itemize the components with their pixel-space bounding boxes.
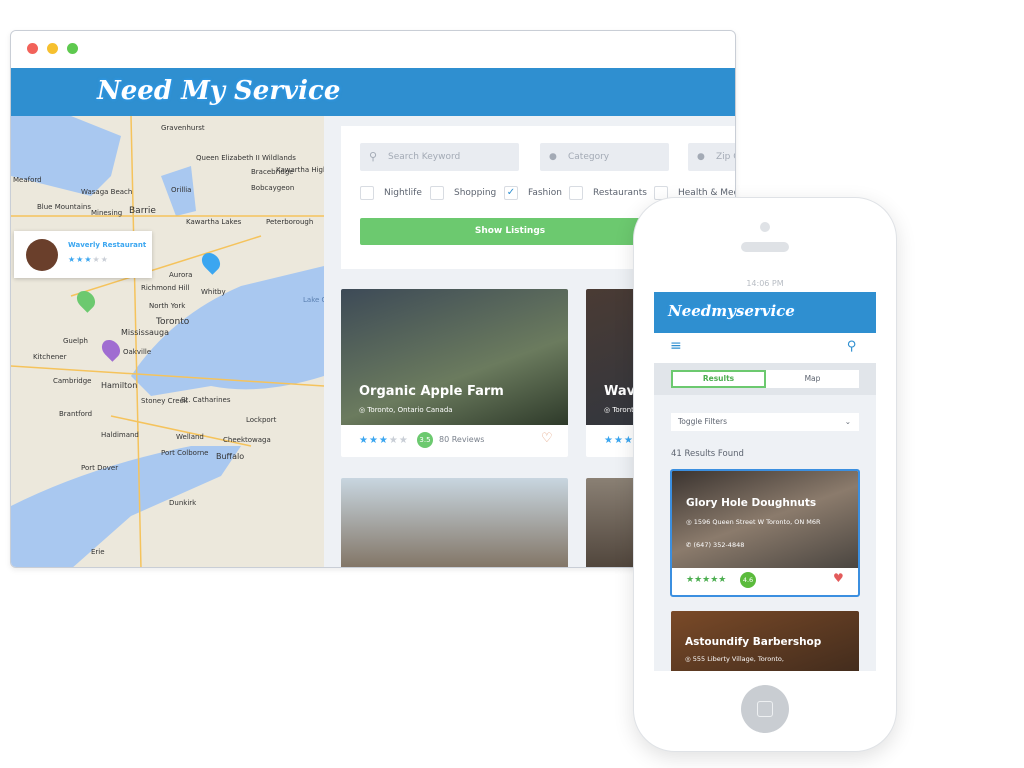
popup-avatar xyxy=(26,239,58,271)
title-bar xyxy=(11,31,735,68)
map-label: Kawartha Highlands xyxy=(276,166,324,174)
map-label: North York xyxy=(149,302,186,310)
map-label: St. Catharines xyxy=(181,396,231,404)
reviews-count[interactable]: 80 Reviews xyxy=(439,435,484,444)
map-label: Richmond Hill xyxy=(141,284,190,292)
search-icon[interactable]: ⚲ xyxy=(847,339,857,354)
zip-input[interactable]: ●Zip Code xyxy=(688,143,735,171)
map-label: Minesing xyxy=(91,209,123,217)
result-address: ◎ 1596 Queen Street W Toronto, ON M6R xyxy=(686,518,821,526)
listing-image xyxy=(341,289,568,425)
listing-location: ◎ Toronto, Ontario Canada xyxy=(359,406,453,414)
minimize-dot[interactable] xyxy=(47,43,58,54)
result-address: ◎ 555 Liberty Village, Toronto, xyxy=(685,655,784,663)
menu-icon[interactable]: ≡ xyxy=(670,338,682,354)
speaker xyxy=(741,242,789,252)
phone-mockup: 14:06 PM Needmyservice ≡ ⚲ Results Map T… xyxy=(633,197,897,752)
map-label: Stoney Creek xyxy=(141,397,188,405)
heart-icon[interactable]: ♡ xyxy=(541,431,553,446)
keyword-input[interactable]: ⚲ Search Keyword xyxy=(360,143,519,171)
result-card[interactable]: Astoundify Barbershop ◎ 555 Liberty Vill… xyxy=(671,611,859,671)
map-label: Lake Ontario xyxy=(303,296,324,304)
location-pin-icon: ● xyxy=(697,152,705,162)
filter-fashion[interactable]: ✓ Fashion xyxy=(504,186,562,200)
map-label: Dunkirk xyxy=(169,499,197,507)
map-label: Buffalo xyxy=(216,452,245,461)
map-label: Wasaga Beach xyxy=(81,188,133,196)
maximize-dot[interactable] xyxy=(67,43,78,54)
filter-restaurants[interactable]: Restaurants xyxy=(569,186,647,200)
popup-rating: ★★★★★ xyxy=(68,255,109,264)
tab-bar: Results Map xyxy=(654,363,876,395)
search-icon: ⚲ xyxy=(369,150,378,163)
result-card[interactable]: Glory Hole Doughnuts ◎ 1596 Queen Street… xyxy=(670,469,860,597)
map-label: Blue Mountains xyxy=(37,203,91,211)
logo[interactable]: Need My Service xyxy=(97,76,340,106)
home-button[interactable] xyxy=(741,685,789,733)
heart-icon[interactable]: ♥ xyxy=(833,571,844,585)
score-badge: 3.5 xyxy=(417,432,433,448)
tab-map[interactable]: Map xyxy=(766,370,859,388)
map-label: Hamilton xyxy=(101,381,138,390)
map-label: Erie xyxy=(91,548,105,556)
result-phone: ✆ (647) 352-4848 xyxy=(686,541,745,549)
listing-card[interactable]: Organic Apple Farm ◎ Toronto, Ontario Ca… xyxy=(341,289,568,457)
map-label: Kitchener xyxy=(33,353,67,361)
results-count: 41 Results Found xyxy=(671,449,744,459)
listing-rating: ★★★★★ xyxy=(359,435,409,446)
map-label: Welland xyxy=(176,433,204,441)
map[interactable]: Gravenhurst Meaford Wasaga Beach Blue Mo… xyxy=(11,116,324,567)
map-label: Cheektowaga xyxy=(223,436,271,444)
map-label: Barrie xyxy=(129,206,156,216)
map-label: Lockport xyxy=(246,416,277,424)
toggle-filters[interactable]: Toggle Filters ⌄ xyxy=(671,413,859,431)
map-label: Toronto xyxy=(156,317,190,327)
home-icon xyxy=(757,701,773,717)
map-label: Aurora xyxy=(169,271,193,279)
listing-rating: ★★★ xyxy=(604,435,634,446)
show-listings-button[interactable]: Show Listings xyxy=(360,218,660,245)
score-badge: 4.6 xyxy=(740,572,756,588)
map-label: Haldimand xyxy=(101,431,139,439)
category-select[interactable]: ● Category xyxy=(540,143,669,171)
map-label: Mississauga xyxy=(121,328,169,337)
mobile-logo[interactable]: Needmyservice xyxy=(668,302,795,320)
mobile-header: Needmyservice xyxy=(654,292,876,333)
map-label: Guelph xyxy=(63,337,88,345)
map-label: Cambridge xyxy=(53,377,92,385)
filter-nightlife[interactable]: Nightlife xyxy=(360,186,422,200)
map-label: Whitby xyxy=(201,288,226,296)
browser-window: Need My Service Gravenhurst Meaford Wasa… xyxy=(10,30,736,568)
map-label: Meaford xyxy=(13,176,42,184)
popup-title[interactable]: Waverly Restaurant xyxy=(68,241,146,249)
map-label: Bobcaygeon xyxy=(251,184,295,192)
location-pin-icon: ● xyxy=(549,152,557,162)
close-dot[interactable] xyxy=(27,43,38,54)
status-bar: 14:06 PM xyxy=(654,275,876,292)
site-header: Need My Service xyxy=(11,68,735,116)
map-label: Orillia xyxy=(171,186,192,194)
phone-screen: 14:06 PM Needmyservice ≡ ⚲ Results Map T… xyxy=(654,275,876,671)
map-label: Port Dover xyxy=(81,464,119,472)
filter-shopping[interactable]: Shopping xyxy=(430,186,496,200)
map-label: Peterborough xyxy=(266,218,314,226)
chevron-down-icon: ⌄ xyxy=(844,417,851,426)
map-label: Kawartha Lakes xyxy=(186,218,242,226)
map-popup[interactable]: Waverly Restaurant ★★★★★ xyxy=(14,231,152,278)
result-title[interactable]: Astoundify Barbershop xyxy=(685,636,821,648)
mobile-nav: ≡ ⚲ xyxy=(654,333,876,363)
map-label: Oakville xyxy=(123,348,152,356)
listing-title[interactable]: Organic Apple Farm xyxy=(359,384,504,399)
tab-results[interactable]: Results xyxy=(671,370,766,388)
camera xyxy=(760,222,770,232)
map-label: Queen Elizabeth II Wildlands xyxy=(196,154,296,162)
map-label: Brantford xyxy=(59,410,93,418)
result-title[interactable]: Glory Hole Doughnuts xyxy=(686,497,816,509)
map-label: Port Colborne xyxy=(161,449,209,457)
map-label: Gravenhurst xyxy=(161,124,205,132)
listing-card[interactable] xyxy=(341,478,568,567)
result-rating: ★★★★★ xyxy=(686,575,727,585)
